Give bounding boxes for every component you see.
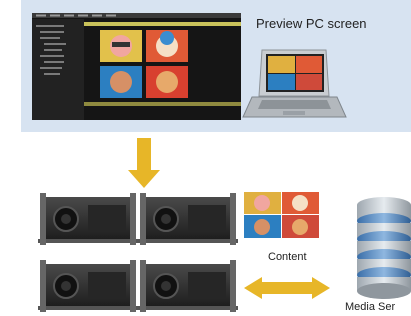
down-arrow-icon — [128, 138, 160, 188]
media-server-label: Media Ser — [345, 301, 396, 313]
double-arrow-icon — [244, 277, 330, 299]
menu-bar — [32, 13, 241, 18]
software-screenshot — [32, 13, 241, 120]
projector-icon — [138, 193, 238, 245]
database-server-icon — [357, 197, 411, 299]
accent-bar — [84, 22, 241, 26]
projector-icon — [38, 193, 138, 245]
content-thumbnail-icon — [244, 192, 319, 238]
timeline-bar — [84, 102, 241, 106]
projector-icon — [138, 260, 238, 312]
diagram-canvas — [32, 13, 411, 312]
preview-pc-label: Preview PC screen — [256, 16, 367, 31]
content-label: Content — [268, 251, 307, 263]
projector-icon — [38, 260, 138, 312]
laptop-icon — [242, 49, 347, 118]
tree-panel — [32, 19, 84, 120]
